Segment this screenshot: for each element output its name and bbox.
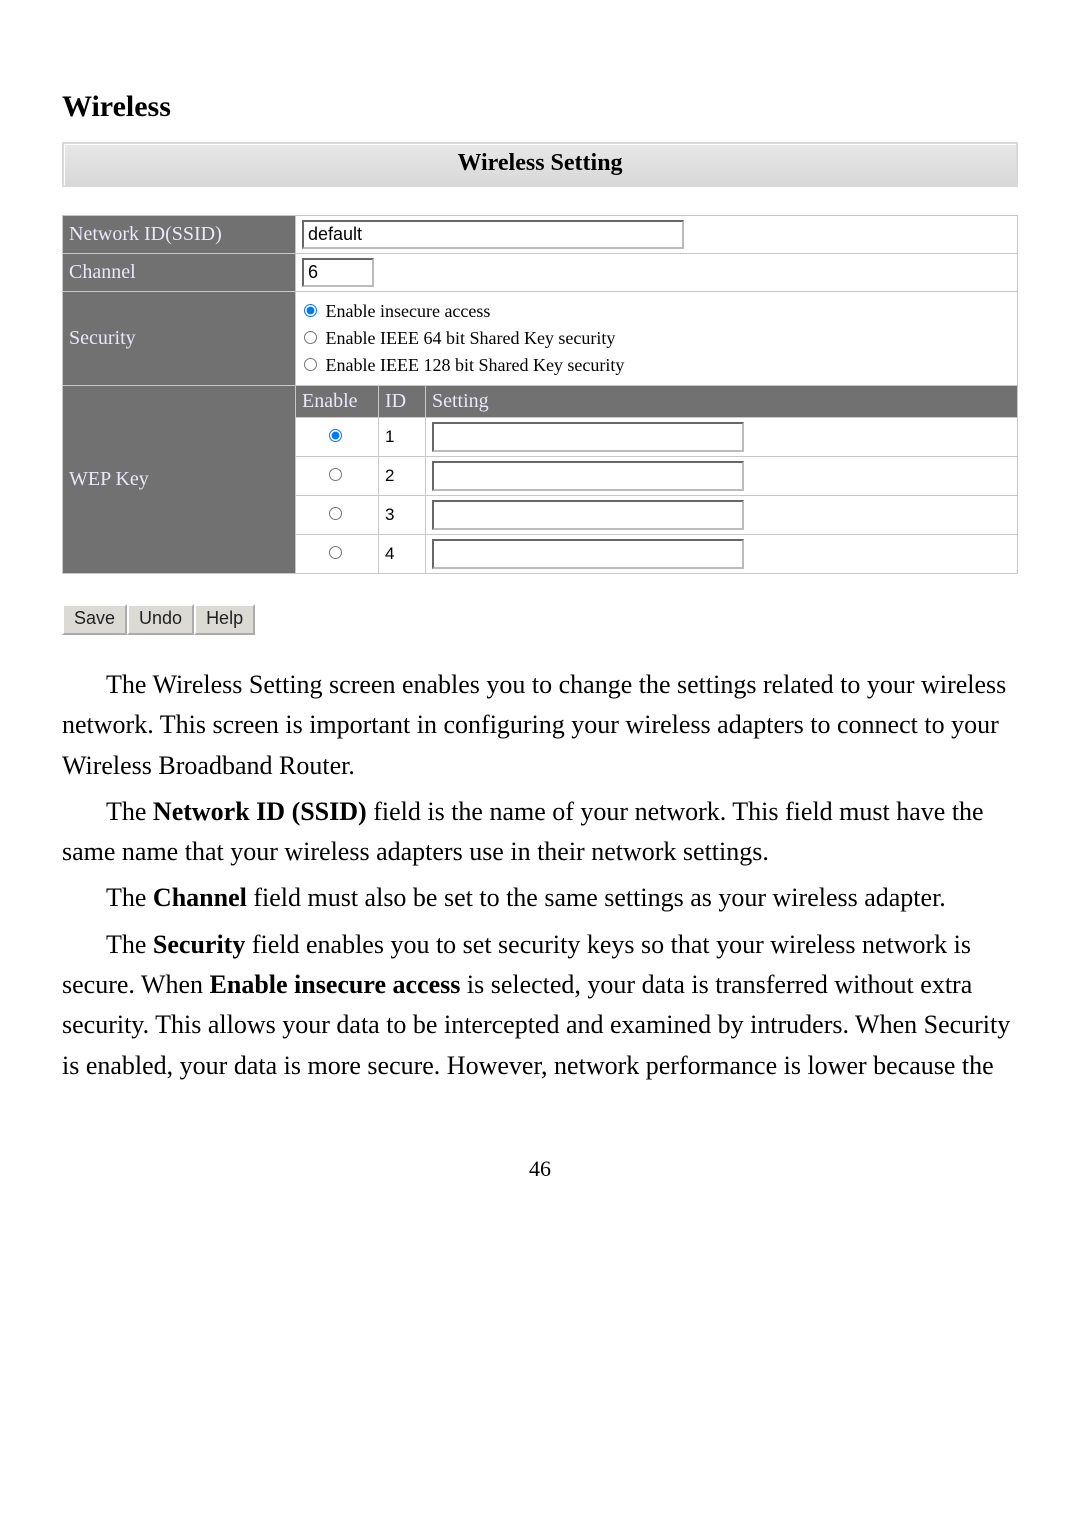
security-radio-64bit[interactable] (304, 331, 317, 344)
security-option-2: Enable IEEE 64 bit Shared Key security (326, 328, 616, 348)
p3-pre: The (106, 883, 153, 912)
wep-enable-radio-3[interactable] (329, 507, 342, 520)
wep-key-input-4[interactable] (432, 539, 744, 569)
paragraph-2: The Network ID (SSID) field is the name … (62, 792, 1018, 873)
wep-key-input-2[interactable] (432, 461, 744, 491)
paragraph-1: The Wireless Setting screen enables you … (62, 665, 1018, 786)
page-number: 46 (62, 1156, 1018, 1182)
wep-header-id: ID (379, 386, 426, 418)
p4-bold2: Enable insecure access (210, 970, 461, 999)
p4-bold1: Security (153, 930, 245, 959)
security-radio-insecure[interactable] (304, 304, 317, 317)
label-wep: WEP Key (63, 386, 296, 574)
p2-bold: Network ID (SSID) (153, 797, 367, 826)
wep-enable-radio-4[interactable] (329, 546, 342, 559)
wep-id-3: 3 (379, 496, 426, 535)
channel-input[interactable] (302, 258, 374, 287)
settings-table: Network ID(SSID) Channel Security Enable… (62, 215, 1018, 574)
p3-bold: Channel (153, 883, 247, 912)
security-radio-128bit[interactable] (304, 358, 317, 371)
wep-key-input-3[interactable] (432, 500, 744, 530)
wep-header-setting: Setting (426, 386, 1018, 418)
wep-enable-radio-2[interactable] (329, 468, 342, 481)
wep-header-enable: Enable (296, 386, 379, 418)
button-bar: Save Undo Help (62, 604, 1018, 635)
paragraph-3: The Channel field must also be set to th… (62, 878, 1018, 918)
label-ssid: Network ID(SSID) (63, 216, 296, 254)
ssid-input[interactable] (302, 220, 684, 249)
p4-pre: The (106, 930, 153, 959)
section-title: Wireless (62, 90, 1018, 124)
panel-title: Wireless Setting (62, 142, 1018, 187)
wep-id-2: 2 (379, 457, 426, 496)
security-cell: Enable insecure access Enable IEEE 64 bi… (296, 292, 1018, 386)
wep-key-input-1[interactable] (432, 422, 744, 452)
security-option-3: Enable IEEE 128 bit Shared Key security (326, 355, 625, 375)
save-button[interactable]: Save (62, 604, 127, 635)
security-option-1: Enable insecure access (326, 301, 491, 321)
undo-button[interactable]: Undo (127, 604, 194, 635)
help-button[interactable]: Help (194, 604, 255, 635)
p2-pre: The (106, 797, 153, 826)
p3-post: field must also be set to the same setti… (247, 883, 946, 912)
channel-cell (296, 254, 1018, 292)
wep-id-1: 1 (379, 418, 426, 457)
wep-enable-radio-1[interactable] (329, 429, 342, 442)
wep-id-4: 4 (379, 535, 426, 574)
label-channel: Channel (63, 254, 296, 292)
ssid-cell (296, 216, 1018, 254)
paragraph-4: The Security field enables you to set se… (62, 925, 1018, 1086)
body-text: The Wireless Setting screen enables you … (62, 665, 1018, 1086)
label-security: Security (63, 292, 296, 386)
